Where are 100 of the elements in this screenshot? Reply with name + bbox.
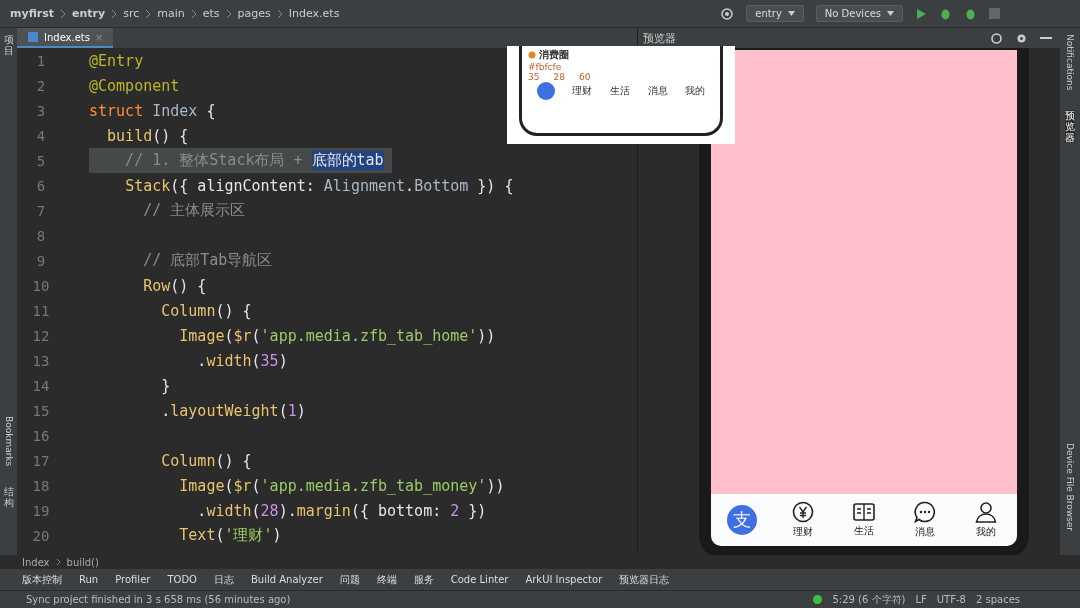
line-number: 6 <box>35 176 47 196</box>
person-icon[interactable] <box>975 501 998 523</box>
dimension-label: 60 <box>578 72 591 82</box>
tool-window-button[interactable]: 问题 <box>339 572 360 587</box>
code-line: Image($r('app.media.zfb_tab_money')) <box>178 475 506 497</box>
chevron-icon <box>276 8 283 19</box>
file-encoding[interactable]: UTF-8 <box>936 594 966 605</box>
line-number: 13 <box>31 351 51 371</box>
panel-title: 预览器 <box>643 30 676 46</box>
tool-window-tab[interactable]: 结构 <box>3 486 14 509</box>
chevron-icon <box>225 8 232 19</box>
breadcrumb-item[interactable]: myfirst <box>10 7 55 20</box>
code-line: Text('理财') <box>178 525 283 546</box>
breadcrumb-item[interactable]: entry <box>72 7 106 20</box>
line-number: 9 <box>35 251 47 271</box>
line-number: 4 <box>35 126 47 146</box>
code-line: Image($r('app.media.zfb_tab_home')) <box>178 325 497 347</box>
chevron-icon <box>111 8 118 19</box>
breadcrumb-item[interactable]: pages <box>237 7 271 20</box>
tool-window-button[interactable]: Run <box>79 574 99 585</box>
line-number: 20 <box>31 526 51 546</box>
tool-window-tab[interactable]: 预览器 <box>1065 110 1075 144</box>
chat-icon[interactable] <box>914 501 937 523</box>
status-dot-icon <box>813 595 823 604</box>
tool-window-tab[interactable]: Bookmarks <box>3 416 14 467</box>
config-dropdown[interactable]: entry <box>746 5 804 22</box>
tool-window-button[interactable]: TODO <box>167 574 197 585</box>
color-annotation: #fbfcfe <box>528 62 563 72</box>
breadcrumb-item[interactable]: Index.ets <box>288 7 340 20</box>
logo-icon <box>536 82 555 100</box>
book-icon[interactable] <box>853 502 875 522</box>
tool-window-button[interactable]: 服务 <box>413 572 434 587</box>
tool-window-button[interactable]: ArkUI Inspector <box>525 574 603 585</box>
chevron-icon <box>60 8 67 19</box>
line-number: 17 <box>31 451 51 471</box>
code-line: .width(35) <box>196 350 289 372</box>
dimension-label: 35 <box>528 72 540 82</box>
logo-icon[interactable]: 支 <box>726 505 757 535</box>
line-number: 3 <box>35 101 47 121</box>
run-icon[interactable] <box>915 7 927 20</box>
code-line: .width(28).margin({ bottom: 2 }) <box>196 500 488 522</box>
code-line: build() { <box>106 125 190 147</box>
indent-setting[interactable]: 2 spaces <box>975 594 1020 605</box>
tab-label[interactable]: 我的 <box>976 525 997 539</box>
line-separator[interactable]: LF <box>915 594 927 605</box>
line-number: 1 <box>35 51 47 71</box>
tab-label: 我的 <box>685 84 706 98</box>
code-line: .layoutWeight(1) <box>160 400 307 422</box>
chevron-icon <box>55 558 61 566</box>
code-path-item[interactable]: Index <box>22 556 50 568</box>
dimension-label: 28 <box>553 72 565 82</box>
tool-window-button[interactable]: 版本控制 <box>22 572 62 587</box>
line-number: 10 <box>31 276 51 296</box>
code-line: struct Index { <box>89 100 217 122</box>
section-title: 消费圈 <box>539 48 569 62</box>
tab-label: 生活 <box>610 84 630 98</box>
breadcrumb-item[interactable]: src <box>123 7 140 20</box>
tool-window-button[interactable]: 预览器日志 <box>619 572 670 587</box>
breadcrumb-item[interactable]: ets <box>202 7 220 20</box>
line-number: 7 <box>35 201 47 221</box>
tab-label[interactable]: 理财 <box>792 525 813 539</box>
line-number: 8 <box>35 226 47 246</box>
line-number: 11 <box>31 301 51 321</box>
code-line: Row() { <box>142 275 208 297</box>
caret-icon <box>787 11 795 16</box>
tab-label: 理财 <box>572 84 593 98</box>
tool-window-button[interactable]: Code Linter <box>450 574 509 585</box>
line-number: 2 <box>35 76 47 96</box>
chevron-icon <box>145 8 152 19</box>
target-icon[interactable] <box>720 6 735 21</box>
line-number: 5 <box>35 151 47 171</box>
code-line: Stack({ alignContent: Alignment.Bottom }) { <box>124 175 515 197</box>
cursor-position[interactable]: 5:29 (6 个字符) <box>832 592 906 607</box>
caret-icon <box>887 11 894 16</box>
code-path-item[interactable]: build() <box>66 556 99 568</box>
code-line: } <box>160 375 172 397</box>
line-number: 14 <box>31 376 51 396</box>
file-tab[interactable]: Index.ets × <box>17 28 114 48</box>
tool-window-button[interactable]: Build Analyzer <box>250 574 323 585</box>
file-icon <box>27 31 39 43</box>
code-line: // 主体展示区 <box>142 200 247 221</box>
tab-label: 消息 <box>647 84 668 98</box>
line-number: 16 <box>31 426 51 446</box>
line-number: 15 <box>31 401 51 421</box>
tool-window-button[interactable]: 日志 <box>213 572 234 587</box>
tool-window-button[interactable]: Profiler <box>115 574 151 585</box>
line-number: 19 <box>31 501 51 521</box>
tab-label[interactable]: 消息 <box>915 525 936 539</box>
breadcrumb-item[interactable]: main <box>157 7 185 20</box>
code-line: Column() { <box>160 300 253 322</box>
tool-window-tab[interactable]: Notifications <box>1065 34 1075 91</box>
tool-window-button[interactable]: 终端 <box>376 572 397 587</box>
tool-window-tab[interactable]: 项目 <box>3 34 14 56</box>
device-dropdown[interactable]: No Devices <box>815 5 903 22</box>
yen-icon[interactable] <box>791 501 814 523</box>
tab-label[interactable]: 生活 <box>854 524 874 538</box>
tool-window-tab[interactable]: Device File Browser <box>1065 443 1075 532</box>
code-line: Column() { <box>160 450 253 472</box>
code-line: @Entry <box>89 50 145 72</box>
chevron-icon <box>190 8 197 19</box>
